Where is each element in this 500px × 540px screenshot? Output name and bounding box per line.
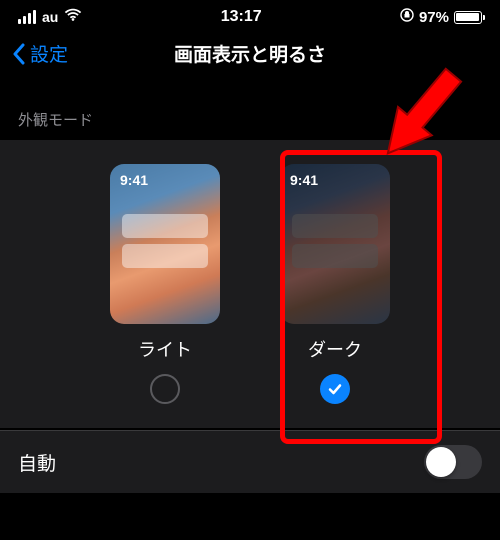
dark-radio[interactable] bbox=[320, 374, 350, 404]
wifi-icon bbox=[64, 8, 82, 26]
auto-row: 自動 bbox=[0, 430, 500, 493]
rotation-lock-icon bbox=[400, 8, 414, 26]
status-time: 13:17 bbox=[221, 8, 262, 26]
battery-icon bbox=[454, 11, 482, 24]
dark-label: ダーク bbox=[308, 336, 362, 362]
light-label: ライト bbox=[138, 336, 192, 362]
dark-preview-thumb: 9:41 bbox=[280, 164, 390, 324]
carrier-label: au bbox=[42, 9, 58, 25]
auto-toggle[interactable] bbox=[424, 445, 482, 479]
appearance-section-header: 外観モード bbox=[0, 81, 500, 140]
preview-time: 9:41 bbox=[120, 172, 148, 188]
nav-bar: 設定 画面表示と明るさ bbox=[0, 30, 500, 81]
preview-time: 9:41 bbox=[290, 172, 318, 188]
page-title: 画面表示と明るさ bbox=[174, 40, 326, 67]
appearance-panel: 9:41 ライト 9:41 ダーク bbox=[0, 140, 500, 428]
light-preview-thumb: 9:41 bbox=[110, 164, 220, 324]
battery-percent: 97% bbox=[419, 9, 449, 26]
appearance-option-light[interactable]: 9:41 ライト bbox=[110, 164, 220, 404]
auto-label: 自動 bbox=[18, 449, 56, 476]
appearance-option-dark[interactable]: 9:41 ダーク bbox=[280, 164, 390, 404]
back-button[interactable]: 設定 bbox=[12, 40, 68, 67]
signal-icon bbox=[18, 10, 36, 24]
light-radio[interactable] bbox=[150, 374, 180, 404]
back-label: 設定 bbox=[30, 40, 68, 67]
status-bar: au 13:17 97% bbox=[0, 0, 500, 30]
